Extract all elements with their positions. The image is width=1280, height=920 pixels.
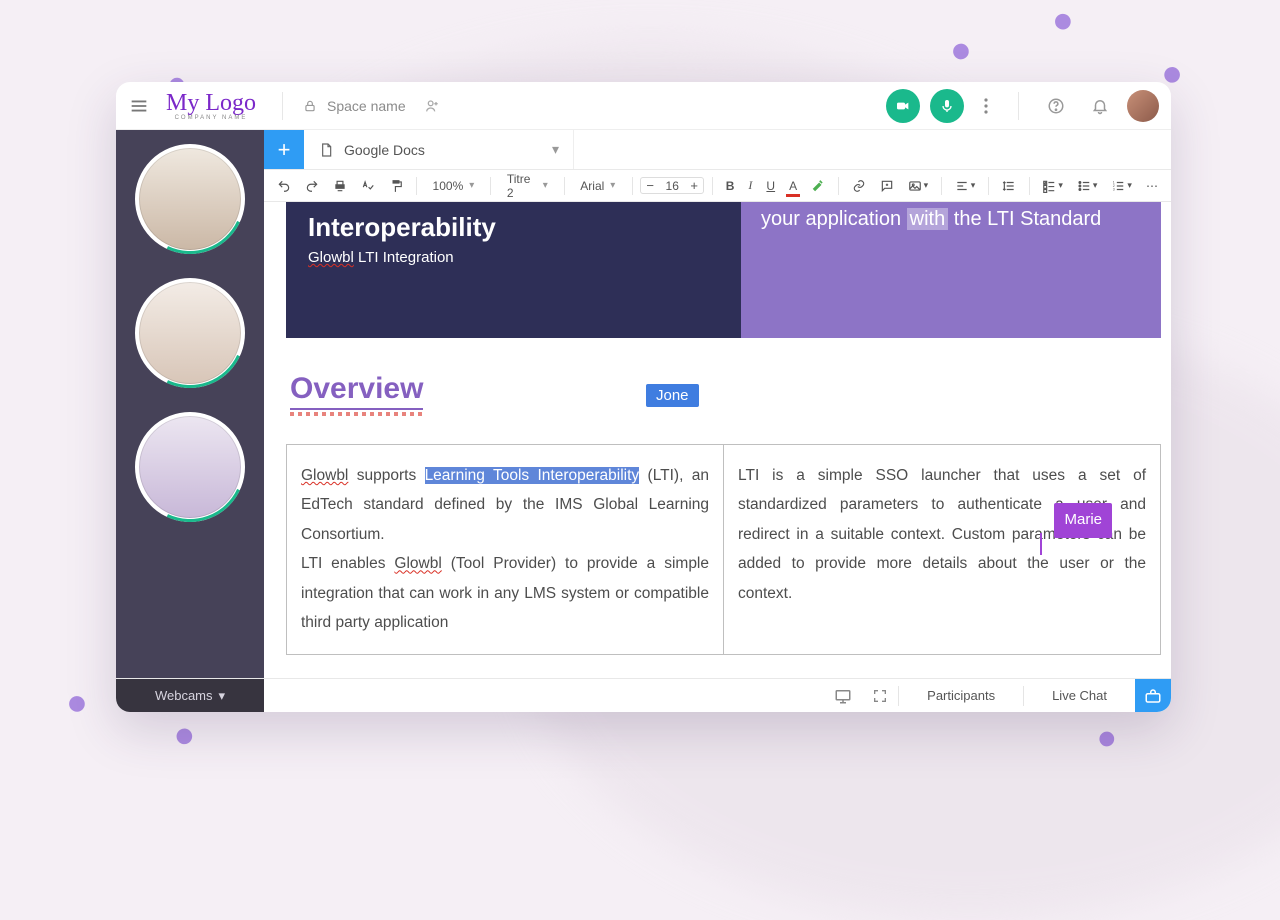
doc-header-right: your application with the LTI Standard [741, 202, 1161, 338]
divider [282, 92, 283, 120]
participants-tab[interactable]: Participants [899, 688, 1023, 703]
text-color-button[interactable]: A [784, 176, 802, 196]
doc-title: Interoperability [308, 212, 719, 243]
doc-two-column: Glowbl supports Learning Tools Interoper… [286, 444, 1161, 655]
fullscreen-icon[interactable] [862, 688, 898, 704]
redo-button[interactable] [300, 176, 324, 196]
content-source-select[interactable]: Google Docs ▾ [304, 130, 574, 169]
bulleted-list-button[interactable]: ▾ [1072, 176, 1103, 196]
overview-heading: Overview [290, 372, 423, 410]
collaborator-caret-marie [1040, 533, 1042, 555]
doc-column-right: LTI is a simple SSO launcher that uses a… [723, 445, 1160, 654]
svg-text:3: 3 [1113, 187, 1115, 191]
divider [1018, 92, 1019, 120]
chevron-down-icon: ▾ [552, 141, 559, 158]
present-icon[interactable] [824, 688, 862, 704]
main-area: + Google Docs ▾ 100%▾ Titre 2▾ Ar [264, 130, 1171, 678]
topbar: My Logo COMPANY NAME Space name [116, 82, 1171, 130]
notifications-icon[interactable] [1083, 97, 1117, 115]
add-user-icon[interactable] [424, 98, 440, 114]
doc-subtitle: Glowbl LTI Integration [308, 249, 719, 266]
line-spacing-button[interactable] [997, 176, 1021, 196]
italic-button[interactable]: I [743, 175, 757, 196]
live-chat-tab[interactable]: Live Chat [1024, 688, 1135, 703]
numbered-list-button[interactable]: 123▾ [1106, 176, 1137, 196]
doc-header-band: Interoperability Glowbl LTI Integration … [286, 202, 1161, 338]
menu-icon[interactable] [128, 95, 150, 117]
print-button[interactable] [328, 176, 352, 196]
collaborator-cursor-marie: Marie [1054, 503, 1112, 538]
bottom-bar: Webcams ▾ Participants Live Chat [116, 678, 1171, 712]
toolbox-button[interactable] [1135, 679, 1171, 712]
document-toolbar: 100%▾ Titre 2▾ Arial▾ − 16 + B I U A [264, 170, 1171, 202]
space-name[interactable]: Space name [327, 98, 406, 114]
doc-column-left: Glowbl supports Learning Tools Interoper… [287, 445, 723, 654]
font-size-increase[interactable]: + [685, 178, 703, 193]
undo-button[interactable] [272, 176, 296, 196]
zoom-select[interactable]: 100%▾ [425, 177, 483, 195]
insert-image-button[interactable]: ▾ [903, 176, 934, 196]
insert-link-button[interactable] [847, 176, 871, 196]
font-size-control: − 16 + [640, 177, 704, 194]
webcams-toggle[interactable]: Webcams ▾ [116, 679, 264, 712]
align-button[interactable]: ▾ [950, 176, 981, 196]
format-paint-button[interactable] [384, 176, 408, 196]
camera-button[interactable] [886, 89, 920, 123]
toolbar-more-button[interactable]: ⋯ [1141, 176, 1163, 196]
paragraph-style-select[interactable]: Titre 2▾ [499, 170, 556, 202]
chevron-down-icon: ▾ [219, 688, 226, 704]
tab-row: + Google Docs ▾ [264, 130, 1171, 170]
participant-webcam[interactable] [135, 412, 245, 522]
doc-header-left: Interoperability Glowbl LTI Integration [286, 202, 741, 338]
participant-webcam[interactable] [135, 278, 245, 388]
collaborator-cursor-jone: Jone [646, 384, 699, 407]
font-family-select[interactable]: Arial▾ [572, 177, 623, 195]
participant-webcam[interactable] [135, 144, 245, 254]
user-avatar[interactable] [1127, 90, 1159, 122]
logo-subtext: COMPANY NAME [166, 115, 256, 121]
help-icon[interactable] [1039, 97, 1073, 115]
highlight-button[interactable] [806, 176, 830, 196]
lock-icon [303, 99, 317, 113]
doc-icon [318, 142, 334, 158]
document-canvas[interactable]: Interoperability Glowbl LTI Integration … [264, 202, 1171, 678]
font-size-value[interactable]: 16 [659, 179, 685, 193]
selected-text: Learning Tools Interoperability [425, 467, 640, 484]
insert-comment-button[interactable] [875, 176, 899, 196]
app-window: My Logo COMPANY NAME Space name [116, 82, 1171, 712]
microphone-button[interactable] [930, 89, 964, 123]
content-source-label: Google Docs [344, 142, 425, 158]
font-size-decrease[interactable]: − [641, 178, 659, 193]
bold-button[interactable]: B [721, 176, 740, 196]
more-options-icon[interactable] [974, 98, 998, 114]
spellcheck-button[interactable] [356, 176, 380, 196]
webcam-sidebar [116, 130, 264, 678]
logo-text: My Logo [166, 90, 256, 116]
logo: My Logo COMPANY NAME [160, 91, 262, 121]
underline-button[interactable]: U [761, 176, 780, 196]
add-tab-button[interactable]: + [264, 130, 304, 169]
checklist-button[interactable]: ▾ [1037, 176, 1068, 196]
